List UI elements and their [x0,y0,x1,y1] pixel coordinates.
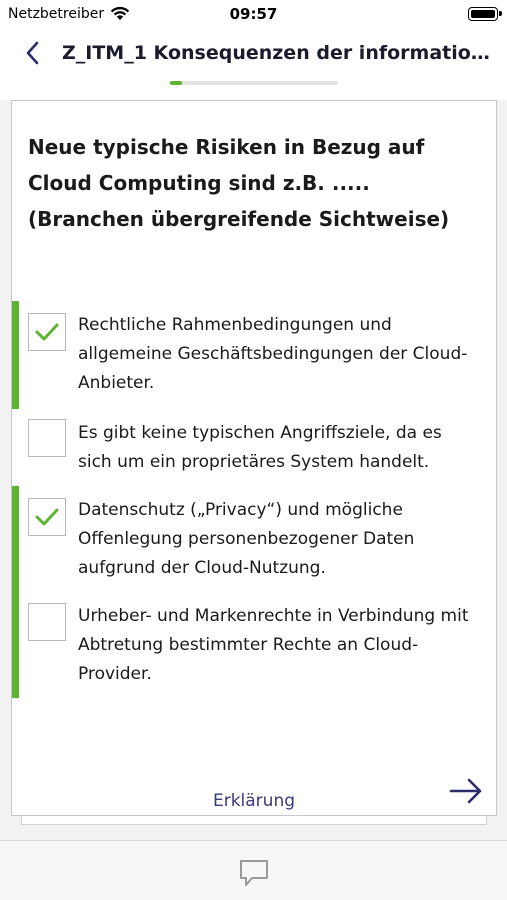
progress-bar [170,81,338,85]
explain-link[interactable]: Erklärung [12,791,496,811]
answer-option-3[interactable]: Datenschutz („Privacy“) und mögliche Off… [12,486,496,698]
chat-bubble-icon[interactable] [238,857,270,893]
answer-checkbox[interactable] [28,419,66,457]
answer-checkbox-4[interactable] [28,603,66,641]
nav-header: Z_ITM_1 Konsequenzen der informationell.… [0,28,507,100]
answer-checkbox[interactable] [28,498,66,536]
back-chevron-icon[interactable] [20,38,48,68]
correct-indicator [12,301,19,409]
answer-label: Es gibt keine typischen Angriffsziele, d… [78,423,442,472]
correct-indicator [12,486,19,698]
bottom-toolbar [0,840,507,900]
status-time: 09:57 [229,5,278,23]
checkmark-icon [35,323,59,341]
answer-option-2[interactable]: Es gibt keine typischen Angriffsziele, d… [12,409,496,486]
progress-fill [170,81,182,85]
question-text: Neue typische Risiken in Bezug auf Cloud… [28,135,450,231]
answer-option-1[interactable]: Rechtliche Rahmenbedingungen und allgeme… [12,301,496,409]
arrow-right-icon[interactable] [448,777,484,805]
checkmark-icon [35,508,59,526]
answer-label-4: Urheber- und Markenrechte in Verbindung … [78,606,469,684]
answer-label: Datenschutz („Privacy“) und mögliche Off… [78,500,415,578]
page-title: Z_ITM_1 Konsequenzen der informationell.… [62,42,492,64]
status-bar: Netzbetreiber 09:57 [0,0,507,28]
question-card: Neue typische Risiken in Bezug auf Cloud… [11,100,497,816]
answer-label: Rechtliche Rahmenbedingungen und allgeme… [78,315,468,393]
battery-icon [468,7,502,21]
answer-checkbox[interactable] [28,313,66,351]
